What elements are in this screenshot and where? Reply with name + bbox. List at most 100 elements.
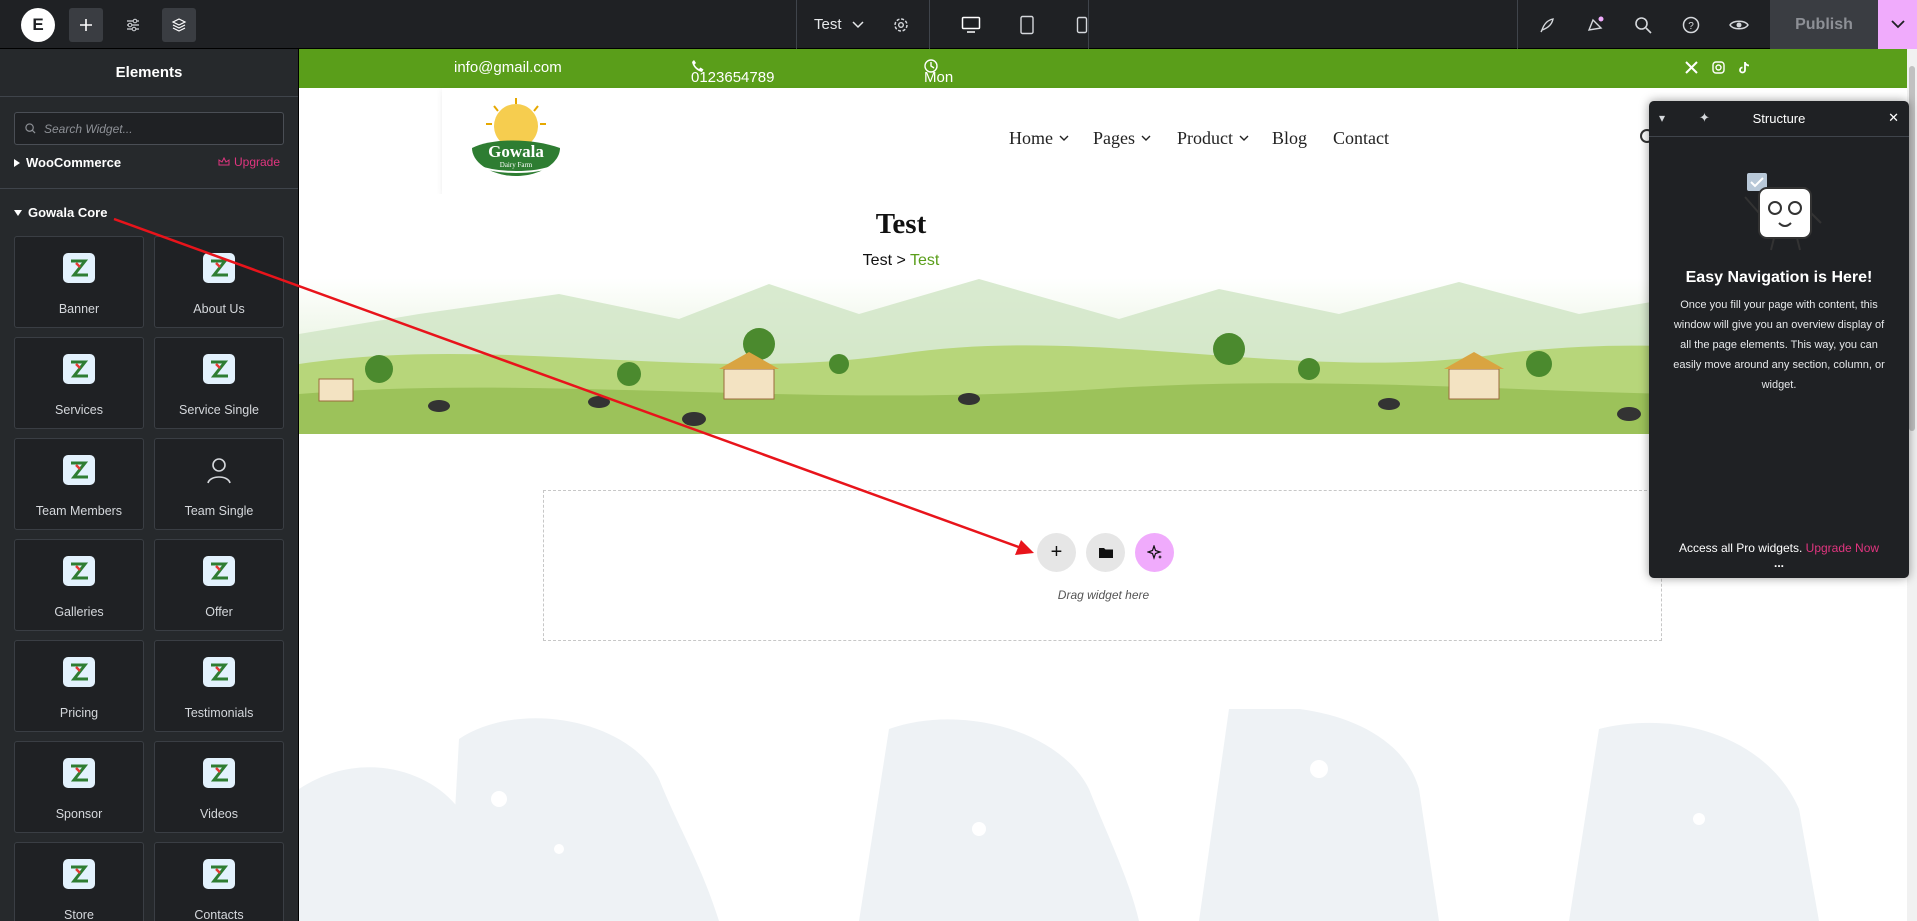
sparkle-icon[interactable]: ✦ <box>1699 110 1710 126</box>
page-settings-button[interactable] <box>884 8 918 42</box>
add-section-button[interactable]: + <box>1037 533 1076 572</box>
footer-text: Access all Pro widgets. <box>1678 541 1803 555</box>
collapse-all-icon[interactable]: ▾ <box>1659 111 1665 125</box>
search-button[interactable] <box>1626 8 1660 42</box>
help-button[interactable]: ? <box>1674 8 1708 42</box>
widget-videos[interactable]: Videos <box>154 741 284 833</box>
widget-team-members[interactable]: Team Members <box>14 438 144 530</box>
gowala-widget-icon <box>203 556 235 586</box>
plus-icon: + <box>1050 541 1063 563</box>
tablet-view-button[interactable] <box>1010 8 1044 42</box>
add-icon <box>80 19 92 31</box>
category-label: Gowala Core <box>28 205 108 220</box>
widget-label: Videos <box>200 807 238 821</box>
widget-label: Contacts <box>194 908 244 921</box>
svg-text:?: ? <box>1688 21 1694 32</box>
nav-item-product[interactable]: Product <box>1177 128 1249 149</box>
widget-store[interactable]: Store <box>14 842 144 921</box>
gowala-widget-icon <box>63 758 95 788</box>
breadcrumb-home[interactable]: Test <box>863 252 892 269</box>
nav-item-pages[interactable]: Pages <box>1093 128 1151 149</box>
chevron-down-icon <box>1141 135 1151 141</box>
whats-new-button[interactable] <box>1579 8 1613 42</box>
gear-icon <box>894 18 908 32</box>
widget-services[interactable]: Services <box>14 337 144 429</box>
widget-testimonials[interactable]: Testimonials <box>154 640 284 732</box>
widget-galleries[interactable]: Galleries <box>14 539 144 631</box>
widget-banner[interactable]: Banner <box>14 236 144 328</box>
person-icon <box>203 455 235 485</box>
elementor-logo-icon[interactable]: E <box>21 8 55 42</box>
widget-offer[interactable]: Offer <box>154 539 284 631</box>
resize-handle[interactable]: ... <box>1649 556 1909 570</box>
structure-button[interactable] <box>162 8 196 42</box>
tablet-icon <box>1020 15 1034 35</box>
mobile-view-button[interactable] <box>1065 8 1099 42</box>
social-links <box>1685 61 1751 74</box>
widget-pricing[interactable]: Pricing <box>14 640 144 732</box>
close-icon[interactable]: ✕ <box>1888 110 1899 126</box>
publish-button[interactable]: Publish <box>1770 0 1878 49</box>
desktop-icon <box>961 16 981 33</box>
structure-title: Structure <box>1752 111 1806 126</box>
site-topbar: info@gmail.com 0123654789 Mon - Fri 09:0… <box>299 49 1907 154</box>
scrollbar-thumb[interactable] <box>1909 66 1915 431</box>
widget-search[interactable] <box>14 112 284 145</box>
instagram-icon[interactable] <box>1712 61 1725 74</box>
site-hours: Mon - Fri 09:00 - 18:00 <box>924 59 962 154</box>
desktop-view-button[interactable] <box>954 0 988 49</box>
publish-options-button[interactable] <box>1878 0 1917 49</box>
widget-sponsor[interactable]: Sponsor <box>14 741 144 833</box>
gowala-widget-icon <box>63 253 95 283</box>
panel-title: Elements <box>0 49 298 97</box>
structure-panel: ▾ ✦ Structure ✕ Easy Navigation is Here!… <box>1649 101 1909 578</box>
nav-label: Product <box>1177 128 1233 148</box>
tiktok-icon[interactable] <box>1739 61 1751 74</box>
widget-label: Team Single <box>184 504 254 518</box>
widget-label: Team Members <box>35 504 123 518</box>
widget-label: Service Single <box>179 403 259 417</box>
chevron-down-icon <box>1059 135 1069 141</box>
upgrade-link[interactable]: Upgrade <box>218 155 280 169</box>
structure-heading: Easy Navigation is Here! <box>1685 269 1873 286</box>
preview-button[interactable] <box>1722 8 1756 42</box>
x-twitter-icon[interactable] <box>1685 61 1698 74</box>
nav-item-contact[interactable]: Contact <box>1333 128 1389 149</box>
search-input[interactable] <box>44 121 264 136</box>
crown-icon <box>218 157 230 166</box>
category-gowala-core[interactable]: Gowala Core <box>14 205 107 220</box>
nav-item-home[interactable]: Home <box>1009 128 1069 149</box>
widget-label: Offer <box>205 605 233 619</box>
page-title: Test <box>875 208 927 240</box>
site-email[interactable]: info@gmail.com <box>454 59 562 76</box>
site-settings-button[interactable] <box>116 8 150 42</box>
gowala-widget-icon <box>63 657 95 687</box>
ai-generate-button[interactable] <box>1135 533 1174 572</box>
widget-team-single[interactable]: Team Single <box>154 438 284 530</box>
widget-contacts[interactable]: Contacts <box>154 842 284 921</box>
site-logo[interactable]: Gowala Dairy Farm <box>464 96 568 180</box>
breadcrumb: Test > Test <box>299 252 1503 270</box>
launchpad-button[interactable] <box>1530 8 1564 42</box>
structure-body: Once you fill your page with content, th… <box>1673 299 1885 391</box>
page-name-dropdown[interactable]: Test <box>814 0 864 49</box>
layers-icon <box>171 18 187 32</box>
nav-label: Blog <box>1272 128 1308 148</box>
gowala-widget-icon <box>63 859 95 889</box>
gowala-widget-icon <box>203 657 235 687</box>
gowala-widget-icon <box>203 859 235 889</box>
upgrade-now-link[interactable]: Upgrade Now <box>1806 541 1879 555</box>
add-template-button[interactable] <box>1086 533 1125 572</box>
widget-label: Banner <box>58 302 100 316</box>
widget-dropzone[interactable]: + Drag widget here <box>543 490 1662 641</box>
preview-eye-icon <box>1729 20 1749 30</box>
nav-item-blog[interactable]: Blog <box>1272 128 1307 149</box>
widget-service-single[interactable]: Service Single <box>154 337 284 429</box>
category-woocommerce[interactable]: WooCommerce <box>14 155 121 170</box>
widget-about-us[interactable]: About Us <box>154 236 284 328</box>
structure-footer: Access all Pro widgets. Upgrade Now <box>1649 541 1909 555</box>
gowala-widget-icon <box>63 556 95 586</box>
add-element-button[interactable] <box>69 8 103 42</box>
phone-number: 0123654789 <box>691 69 775 86</box>
logo-subtext: Dairy Farm <box>499 161 533 169</box>
